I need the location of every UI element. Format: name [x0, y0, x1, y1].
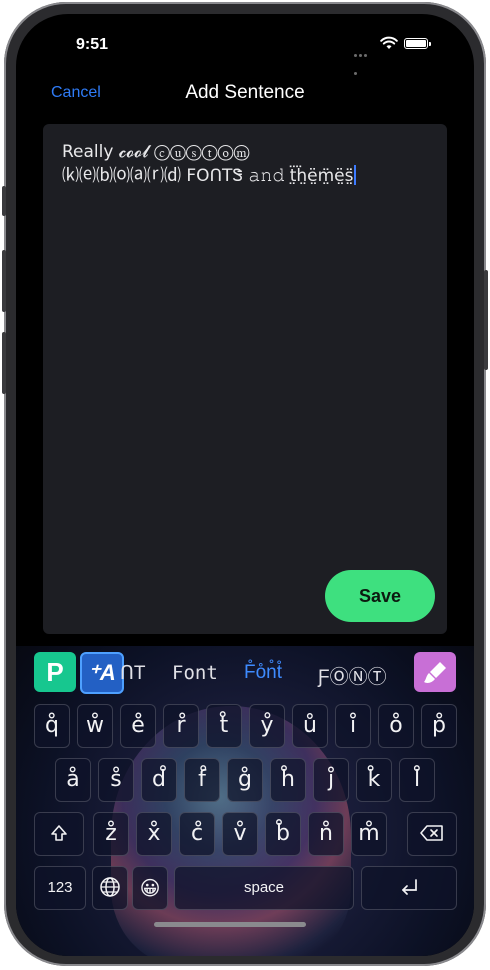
- sentence-editor[interactable]: Really 𝓬𝓸𝓸𝓵 ⓒⓤⓢⓣⓞⓜ ⒦⒠⒝⒪⒜⒭⒟ FOՈTᏕ 𝚊𝚗𝚍 ẗ̤ḧ…: [43, 124, 447, 634]
- home-indicator[interactable]: [154, 922, 306, 927]
- key-k[interactable]: k̊: [356, 758, 392, 802]
- backspace-key[interactable]: [407, 812, 457, 856]
- volume-up-button: [2, 250, 6, 312]
- cancel-button[interactable]: Cancel: [51, 84, 101, 102]
- screen: 9:51 Add Sentence Cancel Really 𝓬𝓸𝓸𝓵 ⓒⓤⓢ…: [16, 14, 474, 956]
- shift-icon: [51, 825, 67, 841]
- return-icon: [402, 879, 417, 895]
- sentence-text[interactable]: Really 𝓬𝓸𝓸𝓵 ⓒⓤⓢⓣⓞⓜ ⒦⒠⒝⒪⒜⒭⒟ FOՈTᏕ 𝚊𝚗𝚍 ẗ̤ḧ…: [62, 140, 422, 188]
- text-cursor: [353, 165, 356, 185]
- key-j[interactable]: j̊: [313, 758, 349, 802]
- backspace-icon: [420, 825, 443, 841]
- font-option-4[interactable]: ƑⓄⓃⓉ: [318, 662, 387, 689]
- key-q[interactable]: q̊: [34, 704, 70, 748]
- battery-icon: [404, 38, 428, 49]
- key-l[interactable]: l̊: [399, 758, 435, 802]
- volume-down-button: [2, 332, 6, 394]
- key-c[interactable]: c̊: [179, 812, 215, 856]
- key-h[interactable]: h̊: [270, 758, 306, 802]
- globe-icon: [100, 877, 120, 897]
- return-key[interactable]: [361, 866, 457, 910]
- key-e[interactable]: e̊: [120, 704, 156, 748]
- status-bar: 9:51: [16, 14, 474, 75]
- key-p[interactable]: p̊: [421, 704, 457, 748]
- custom-keyboard: P ⁺A ՈT Font F̊o̊n̊t̊ ƑⓄⓃⓉ q̊ ẘ e̊ r̊ t̊…: [16, 646, 474, 956]
- cellular-signal-icon: [354, 44, 372, 75]
- status-time: 9:51: [76, 36, 109, 53]
- shift-key[interactable]: [34, 812, 84, 856]
- key-r[interactable]: r̊: [163, 704, 199, 748]
- globe-key[interactable]: [92, 866, 128, 910]
- sentence-line-1: Really 𝓬𝓸𝓸𝓵 ⓒⓤⓢⓣⓞⓜ: [62, 142, 250, 162]
- theme-brush-button[interactable]: [414, 652, 456, 692]
- key-o[interactable]: o̊: [378, 704, 414, 748]
- add-font-button[interactable]: ⁺A: [80, 652, 124, 694]
- key-m[interactable]: m̊: [351, 812, 387, 856]
- key-g[interactable]: g̊: [227, 758, 263, 802]
- wifi-icon: [380, 36, 398, 49]
- paintbrush-icon: [424, 662, 446, 683]
- sentence-line-2-text: ⒦⒠⒝⒪⒜⒭⒟ FOՈTᏕ 𝚊𝚗𝚍 ẗ̤ḧ̤ë̤m̤̈ë̤s̤̈: [62, 166, 354, 186]
- power-button: [484, 270, 488, 370]
- key-s[interactable]: s̊: [98, 758, 134, 802]
- key-u[interactable]: ů: [292, 704, 328, 748]
- key-n[interactable]: n̊: [308, 812, 344, 856]
- save-button[interactable]: Save: [325, 570, 435, 622]
- emoji-key[interactable]: 😀: [132, 866, 168, 910]
- mute-switch: [2, 186, 6, 216]
- space-key[interactable]: space: [174, 866, 354, 910]
- key-v[interactable]: v̊: [222, 812, 258, 856]
- key-t[interactable]: t̊: [206, 704, 242, 748]
- key-a[interactable]: å: [55, 758, 91, 802]
- key-w[interactable]: ẘ: [77, 704, 113, 748]
- key-d[interactable]: d̊: [141, 758, 177, 802]
- key-y[interactable]: ẙ: [249, 704, 285, 748]
- font-option-3[interactable]: F̊o̊n̊t̊: [244, 662, 282, 684]
- key-i[interactable]: i̊: [335, 704, 371, 748]
- font-selector-bar: P ⁺A ՈT Font F̊o̊n̊t̊ ƑⓄⓃⓉ: [16, 646, 474, 694]
- key-f[interactable]: f̊: [184, 758, 220, 802]
- battery-tip: [429, 42, 431, 46]
- premium-button[interactable]: P: [34, 652, 76, 692]
- font-option-2[interactable]: Font: [172, 662, 218, 684]
- key-x[interactable]: x̊: [136, 812, 172, 856]
- key-z[interactable]: z̊: [93, 812, 129, 856]
- font-option-1[interactable]: ՈT: [120, 662, 146, 685]
- numbers-key[interactable]: 123: [34, 866, 86, 910]
- key-b[interactable]: b̊: [265, 812, 301, 856]
- nav-bar: Add Sentence Cancel: [16, 78, 474, 108]
- sentence-line-2: ⒦⒠⒝⒪⒜⒭⒟ FOՈTᏕ 𝚊𝚗𝚍 ẗ̤ḧ̤ë̤m̤̈ë̤s̤̈: [62, 164, 422, 188]
